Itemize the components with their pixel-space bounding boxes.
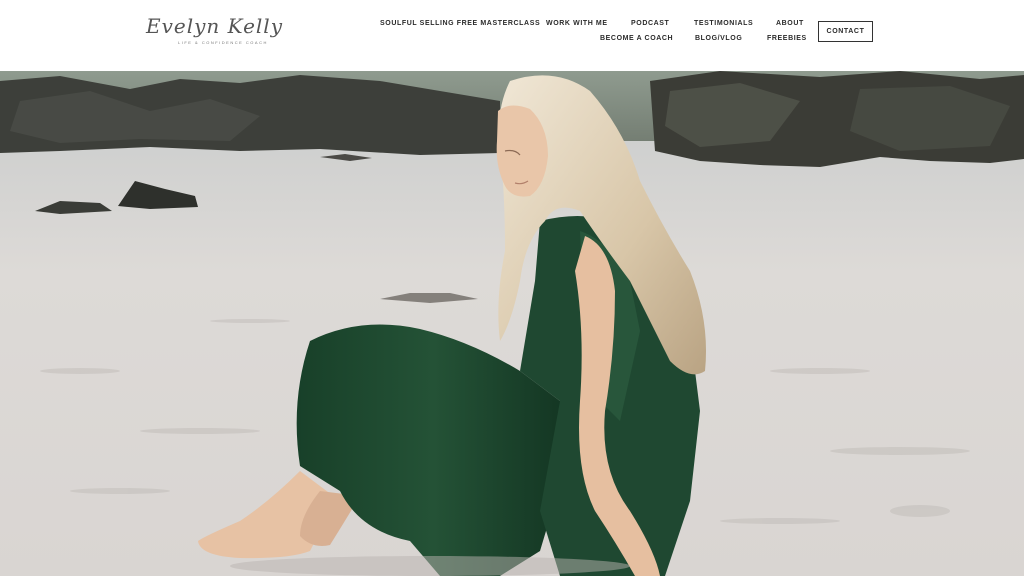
contact-button-label: CONTACT: [826, 28, 865, 35]
nav-blog-vlog[interactable]: BLOG/VLOG: [695, 35, 742, 42]
nav-testimonials[interactable]: TESTIMONIALS: [694, 20, 753, 27]
nav-podcast[interactable]: PODCAST: [631, 20, 669, 27]
nav-become-a-coach[interactable]: BECOME A COACH: [600, 35, 673, 42]
contact-button[interactable]: CONTACT: [818, 21, 873, 42]
logo-script-name: Evelyn Kelly: [146, 14, 283, 38]
logo-tagline: LIFE & CONFIDENCE COACH: [178, 40, 268, 45]
nav-work-with-me[interactable]: WORK WITH ME: [546, 20, 608, 27]
nav-about[interactable]: ABOUT: [776, 20, 804, 27]
nav-freebies[interactable]: FREEBIES: [767, 35, 807, 42]
hero-image: [0, 71, 1024, 576]
site-logo[interactable]: Evelyn Kelly LIFE & CONFIDENCE COACH: [146, 14, 292, 48]
hero-photo: [0, 71, 1024, 576]
nav-masterclass[interactable]: SOULFUL SELLING FREE MASTERCLASS: [380, 20, 540, 27]
site-header: Evelyn Kelly LIFE & CONFIDENCE COACH SOU…: [0, 0, 1024, 71]
